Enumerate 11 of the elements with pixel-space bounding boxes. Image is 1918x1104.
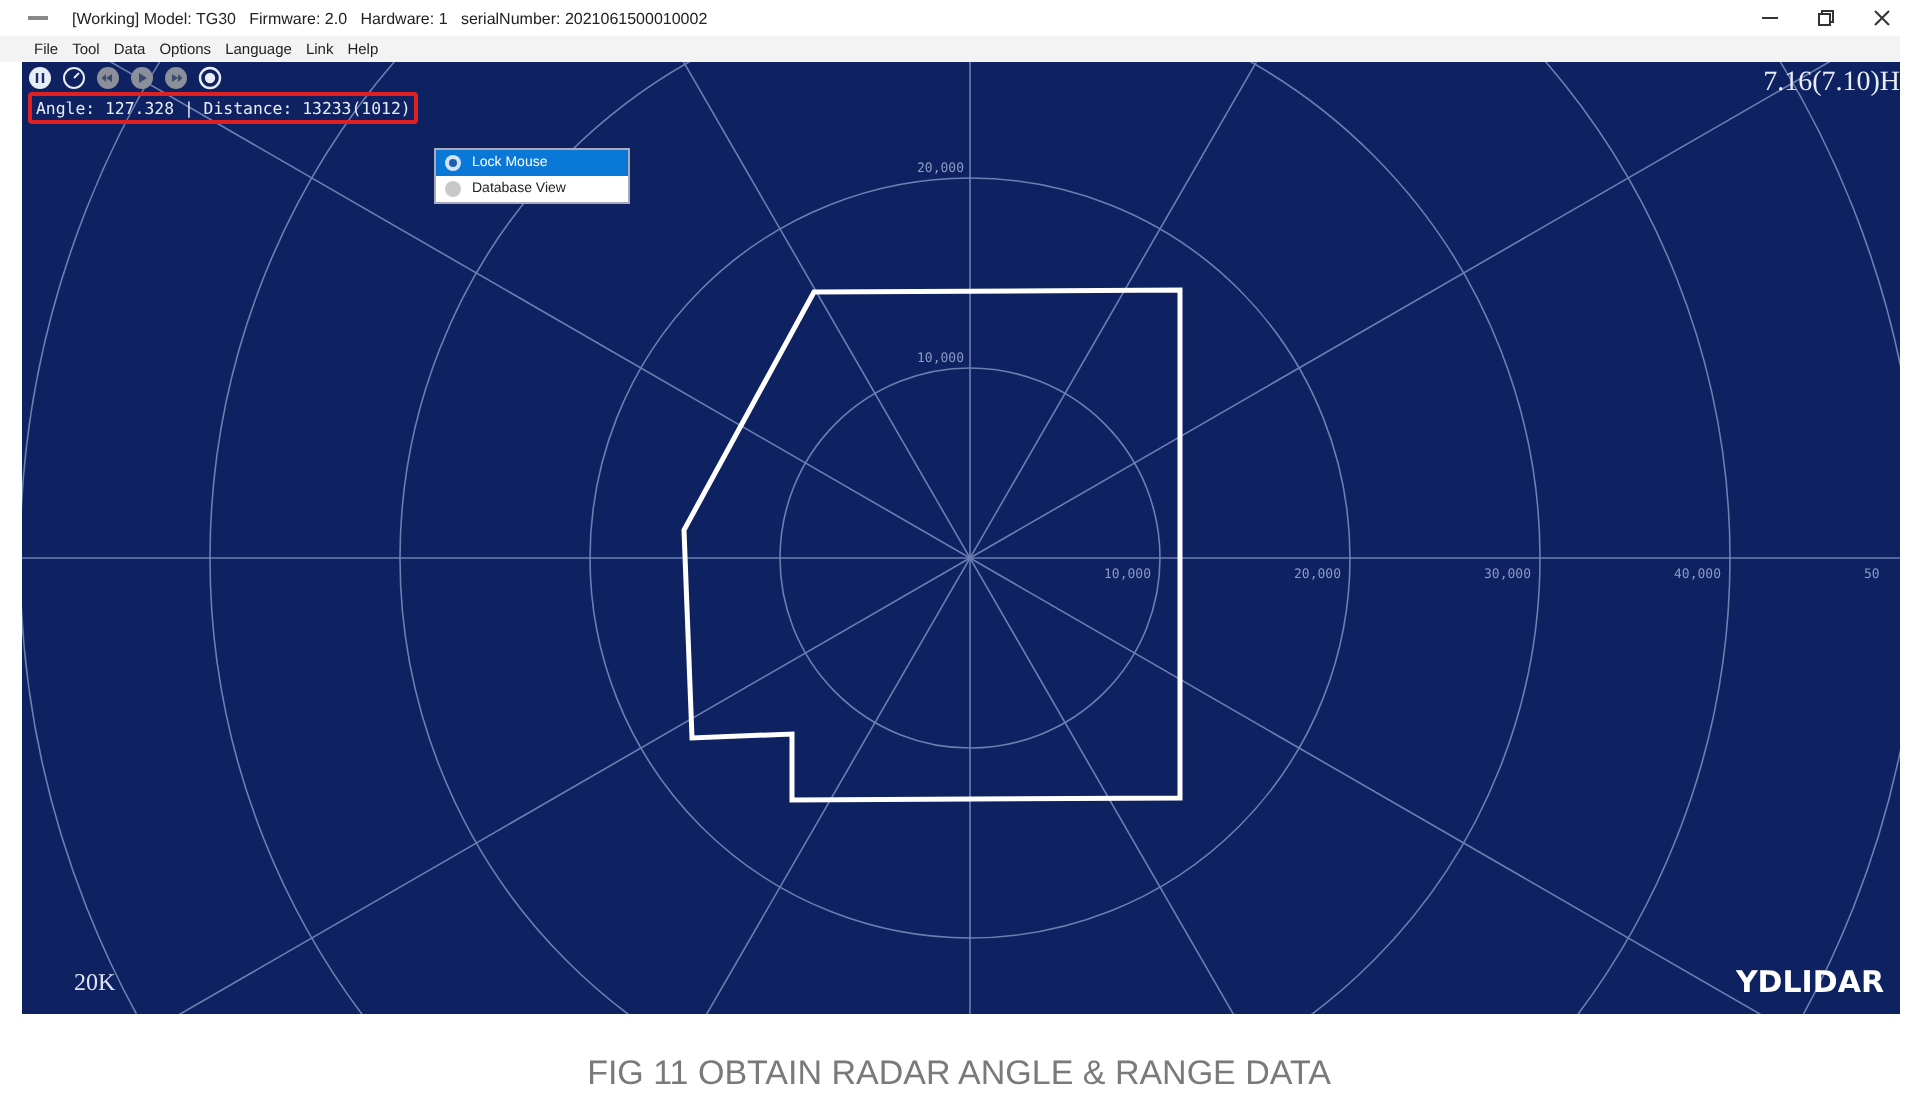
figure-caption: FIG 11 OBTAIN RADAR ANGLE & RANGE DATA bbox=[585, 1054, 1333, 1094]
scale-label: 20K bbox=[74, 968, 116, 998]
logo: YDLIDAR bbox=[1735, 964, 1884, 1000]
close-icon[interactable] bbox=[1872, 8, 1892, 28]
gauge-icon[interactable] bbox=[62, 66, 86, 90]
frequency-readout: 7.16(7.10)H bbox=[1763, 68, 1900, 100]
pause-icon[interactable] bbox=[28, 66, 52, 90]
angle-distance-readout: Angle: 127.328 | Distance: 13233(1012) bbox=[28, 92, 419, 124]
restore-icon[interactable] bbox=[1816, 8, 1836, 28]
record-icon[interactable] bbox=[198, 66, 222, 90]
window-title: [Working] Model: TG30 Firmware: 2.0 Hardware: 1 serialNumber: 2021061500010002 bbox=[72, 9, 708, 27]
